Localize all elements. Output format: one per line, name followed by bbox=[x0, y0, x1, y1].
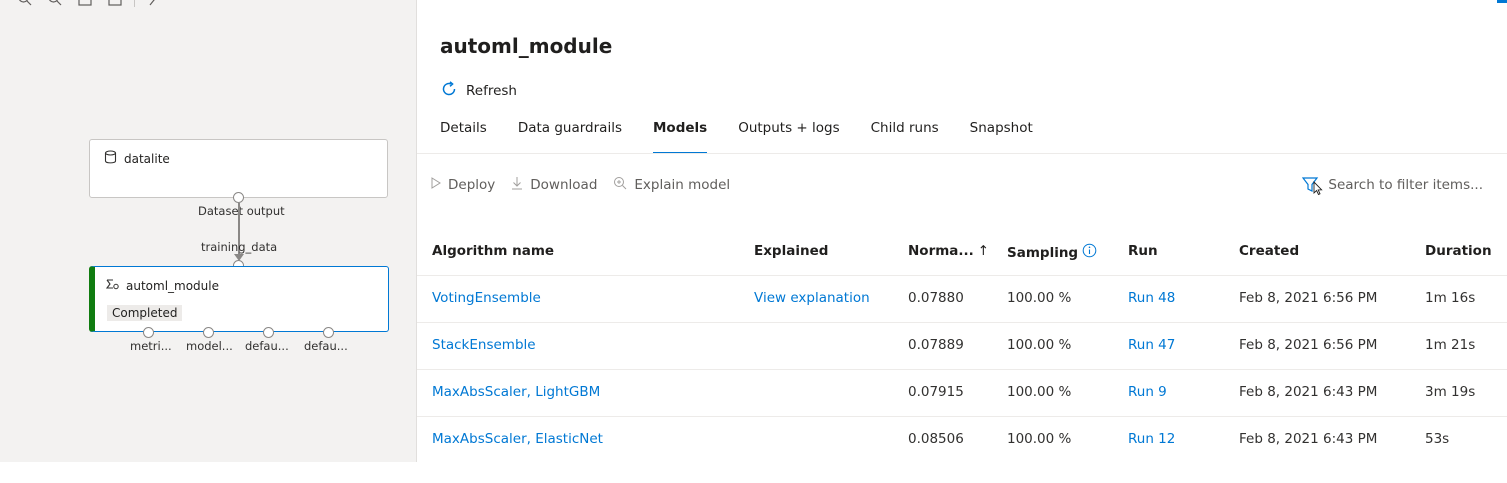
deploy-label: Deploy bbox=[448, 177, 496, 193]
module-node-name: automl_module bbox=[126, 278, 219, 293]
automl-module-node[interactable]: automl_module Completed bbox=[89, 266, 389, 332]
filter-search[interactable]: Search to filter items... bbox=[1302, 176, 1483, 196]
duration-value: 3m 19s bbox=[1425, 384, 1476, 400]
created-value: Feb 8, 2021 6:43 PM bbox=[1239, 384, 1378, 400]
duration-value: 1m 16s bbox=[1425, 290, 1476, 306]
table-row[interactable]: MaxAbsScaler, ElasticNet 0.08506 100.00 … bbox=[417, 417, 1507, 462]
deploy-button[interactable]: Deploy bbox=[431, 177, 495, 193]
filter-icon bbox=[1302, 176, 1324, 196]
tab-bar: Details Data guardrails Models Outputs +… bbox=[440, 118, 1064, 154]
column-header-sampling[interactable]: Sampling bbox=[1007, 243, 1097, 262]
normalized-value: 0.07915 bbox=[908, 384, 964, 400]
refresh-icon bbox=[440, 80, 458, 102]
panel-edge-indicator bbox=[1497, 0, 1507, 3]
tab-data-guardrails[interactable]: Data guardrails bbox=[518, 118, 622, 154]
duration-value: 1m 21s bbox=[1425, 337, 1476, 353]
created-value: Feb 8, 2021 6:56 PM bbox=[1239, 337, 1378, 353]
column-header-duration[interactable]: Duration bbox=[1425, 243, 1492, 259]
dataset-output-label: Dataset output bbox=[198, 204, 285, 218]
column-header-explained[interactable]: Explained bbox=[754, 243, 828, 259]
sampling-header-label: Sampling bbox=[1007, 244, 1079, 261]
run-link[interactable]: Run 12 bbox=[1128, 431, 1175, 447]
sampling-value: 100.00 % bbox=[1007, 431, 1072, 447]
created-value: Feb 8, 2021 6:43 PM bbox=[1239, 431, 1378, 447]
table-header-row: Algorithm name Explained Norma... ↑ Samp… bbox=[417, 229, 1507, 276]
created-value: Feb 8, 2021 6:56 PM bbox=[1239, 290, 1378, 306]
tab-child-runs[interactable]: Child runs bbox=[871, 118, 939, 154]
normalized-value: 0.07880 bbox=[908, 290, 964, 306]
normalized-value: 0.07889 bbox=[908, 337, 964, 353]
refresh-label: Refresh bbox=[466, 83, 517, 99]
output-port-label: model... bbox=[186, 339, 233, 353]
tab-divider bbox=[417, 153, 1507, 154]
database-icon bbox=[104, 150, 117, 167]
download-label: Download bbox=[530, 177, 598, 193]
fit-view-icon[interactable] bbox=[74, 0, 96, 8]
bottom-blank-area bbox=[0, 462, 1507, 483]
tab-models[interactable]: Models bbox=[652, 118, 708, 154]
column-header-normalized[interactable]: Norma... ↑ bbox=[908, 243, 989, 259]
page-title: automl_module bbox=[440, 34, 613, 58]
filter-placeholder: Search to filter items... bbox=[1328, 177, 1483, 193]
explain-icon bbox=[613, 176, 627, 194]
output-port-default-2[interactable] bbox=[323, 327, 334, 338]
normalized-value: 0.08506 bbox=[908, 431, 964, 447]
duration-value: 53s bbox=[1425, 431, 1450, 447]
sampling-value: 100.00 % bbox=[1007, 384, 1072, 400]
tab-details[interactable]: Details bbox=[440, 118, 487, 154]
table-row[interactable]: MaxAbsScaler, LightGBM 0.07915 100.00 % … bbox=[417, 370, 1507, 417]
run-link[interactable]: Run 48 bbox=[1128, 290, 1175, 306]
output-port-metrics[interactable] bbox=[143, 327, 154, 338]
algorithm-link[interactable]: MaxAbsScaler, ElasticNet bbox=[432, 431, 603, 447]
explain-model-button[interactable]: Explain model bbox=[613, 176, 730, 194]
automl-icon bbox=[105, 277, 119, 294]
column-header-run[interactable]: Run bbox=[1128, 243, 1158, 259]
tab-outputs-logs[interactable]: Outputs + logs bbox=[738, 118, 839, 154]
training-data-label: training_data bbox=[201, 240, 278, 254]
output-port-label: defau... bbox=[304, 339, 348, 353]
toolbar-divider bbox=[134, 0, 135, 7]
run-details-panel: automl_module Refresh Details Data guard… bbox=[416, 0, 1507, 462]
run-link[interactable]: Run 9 bbox=[1128, 384, 1167, 400]
table-row[interactable]: VotingEnsemble View explanation 0.07880 … bbox=[417, 276, 1507, 323]
output-port-model[interactable] bbox=[203, 327, 214, 338]
info-icon[interactable] bbox=[1082, 243, 1097, 262]
run-link[interactable]: Run 47 bbox=[1128, 337, 1175, 353]
sort-ascending-icon: ↑ bbox=[977, 243, 990, 259]
download-icon bbox=[511, 176, 523, 194]
sampling-value: 100.00 % bbox=[1007, 290, 1072, 306]
explain-model-label: Explain model bbox=[634, 177, 731, 193]
status-badge: Completed bbox=[107, 305, 183, 321]
algorithm-link[interactable]: StackEnsemble bbox=[432, 337, 536, 353]
dataset-output-port[interactable] bbox=[233, 192, 244, 203]
zoom-in-icon[interactable] bbox=[14, 0, 36, 8]
pipeline-canvas[interactable]: datalite Dataset output training_data au… bbox=[0, 0, 416, 462]
dataset-node-name: datalite bbox=[124, 151, 170, 166]
normalized-header-label: Norma... bbox=[908, 243, 974, 259]
dataset-node[interactable]: datalite bbox=[89, 139, 388, 198]
output-port-default-1[interactable] bbox=[263, 327, 274, 338]
zoom-out-icon[interactable] bbox=[44, 0, 66, 8]
sampling-value: 100.00 % bbox=[1007, 337, 1072, 353]
column-header-created[interactable]: Created bbox=[1239, 243, 1299, 259]
pan-icon[interactable] bbox=[143, 0, 165, 8]
algorithm-link[interactable]: VotingEnsemble bbox=[432, 290, 541, 306]
models-table: Algorithm name Explained Norma... ↑ Samp… bbox=[417, 229, 1507, 462]
output-port-label: metri... bbox=[130, 339, 172, 353]
table-row[interactable]: StackEnsemble 0.07889 100.00 % Run 47 Fe… bbox=[417, 323, 1507, 370]
play-icon bbox=[431, 177, 441, 193]
command-bar: Deploy Download Explain model bbox=[431, 176, 730, 194]
refresh-button[interactable]: Refresh bbox=[440, 80, 517, 102]
download-button[interactable]: Download bbox=[511, 176, 597, 194]
canvas-toolbar bbox=[0, 0, 165, 8]
column-header-algorithm[interactable]: Algorithm name bbox=[432, 243, 554, 259]
algorithm-link[interactable]: MaxAbsScaler, LightGBM bbox=[432, 384, 600, 400]
view-explanation-link[interactable]: View explanation bbox=[754, 290, 870, 306]
output-port-label: defau... bbox=[245, 339, 289, 353]
minimap-icon[interactable] bbox=[104, 0, 126, 8]
tab-snapshot[interactable]: Snapshot bbox=[970, 118, 1033, 154]
